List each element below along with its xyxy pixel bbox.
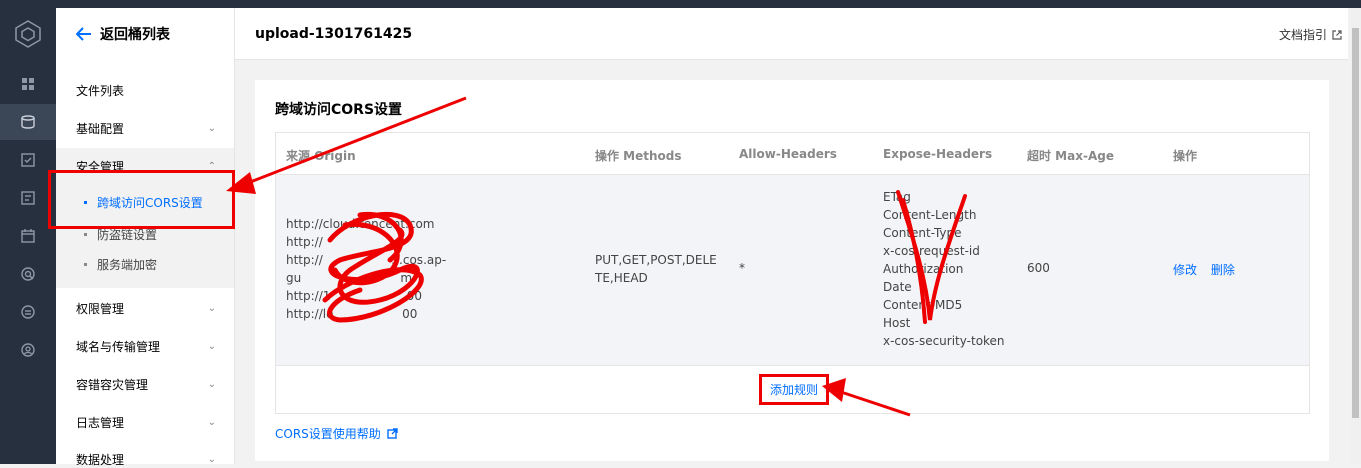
annotation-arrowhead [822, 378, 846, 402]
redaction-scribble [896, 190, 967, 324]
redaction-scribble [322, 211, 424, 323]
annotation-arrowhead [226, 172, 256, 194]
annotation-arrow [834, 388, 911, 417]
annotation-arrow [239, 96, 467, 188]
annotation-overlay [226, 96, 967, 417]
